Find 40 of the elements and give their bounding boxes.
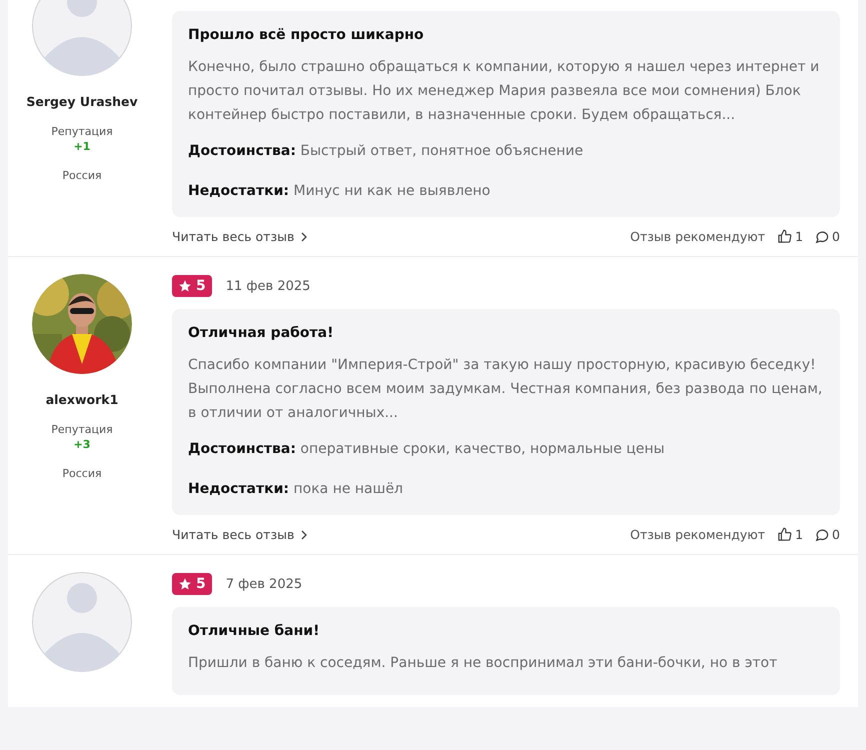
review-text: Спасибо компании "Империя-Строй" за такую нашу просторную, красивую беседку! Выполнена согласно всем моим задумкам. Честная компания, без развода по ценам, в отличии от аналогичных...: [188, 356, 824, 423]
rating-value: 5: [196, 278, 206, 294]
review-cons: Недостатки: Минус ни как не выявлено: [188, 182, 492, 201]
review-text: Конечно, было страшно обращаться к компании, которую я нашел через интернет и просто почитал отзывы. Но их менеджер Мария развеяла все мои сомнения) Блок контейнер быстро поставили, в назначенные сроки. Будем обращаться...: [188, 58, 820, 125]
star-icon: [178, 279, 192, 293]
chevron-right-icon: [300, 232, 308, 242]
thumbs-up-icon: [777, 527, 792, 542]
read-review-link[interactable]: Читать весь отзыв: [172, 229, 308, 244]
review-date: 11 фев 2025: [226, 278, 310, 294]
like-button[interactable]: 1: [777, 229, 804, 244]
avatar-placeholder-icon: [32, 572, 132, 672]
review-pros: Достоинства: оперативные сроки, качество, нормальные цены: [188, 440, 666, 459]
author-country: Россия: [62, 169, 102, 182]
like-button[interactable]: 1: [777, 527, 804, 542]
author-name: Sergey Urashev: [26, 94, 138, 109]
comment-icon: [815, 528, 830, 542]
reputation-value: +1: [74, 140, 90, 153]
review-title: Отличные бани!: [188, 623, 320, 639]
chevron-right-icon: [300, 530, 308, 540]
recommend-label: Отзыв рекомендуют: [630, 527, 766, 542]
star-icon: [178, 577, 192, 591]
rating-value: 5: [196, 576, 206, 592]
review-title: Прошло всё просто шикарно: [188, 27, 425, 43]
comments-button[interactable]: 0: [815, 527, 840, 542]
recommend-label: Отзыв рекомендуют: [630, 229, 766, 244]
read-review-link[interactable]: Читать весь отзыв: [172, 527, 308, 542]
avatar-placeholder-icon: [32, 0, 132, 76]
review-pros: Достоинства: Быстрый ответ, понятное объяснение: [188, 142, 584, 161]
thumbs-up-icon: [777, 229, 792, 244]
comment-icon: [815, 230, 830, 244]
review-date: 7 фев 2025: [226, 576, 302, 592]
review-cons: Недостатки: пока не нашёл: [188, 480, 404, 499]
review-title: Отличная работа!: [188, 325, 334, 341]
reputation-label: Репутация: [51, 125, 113, 138]
review-text: Пришли в баню к соседям. Раньше я не воспринимал эти бани-бочки, но в этот: [188, 654, 778, 673]
reputation-value: +3: [74, 438, 90, 451]
comments-button[interactable]: 0: [815, 229, 840, 244]
author-name: alexwork1: [46, 392, 118, 407]
author-country: Россия: [62, 467, 102, 480]
reputation-label: Репутация: [51, 423, 113, 436]
